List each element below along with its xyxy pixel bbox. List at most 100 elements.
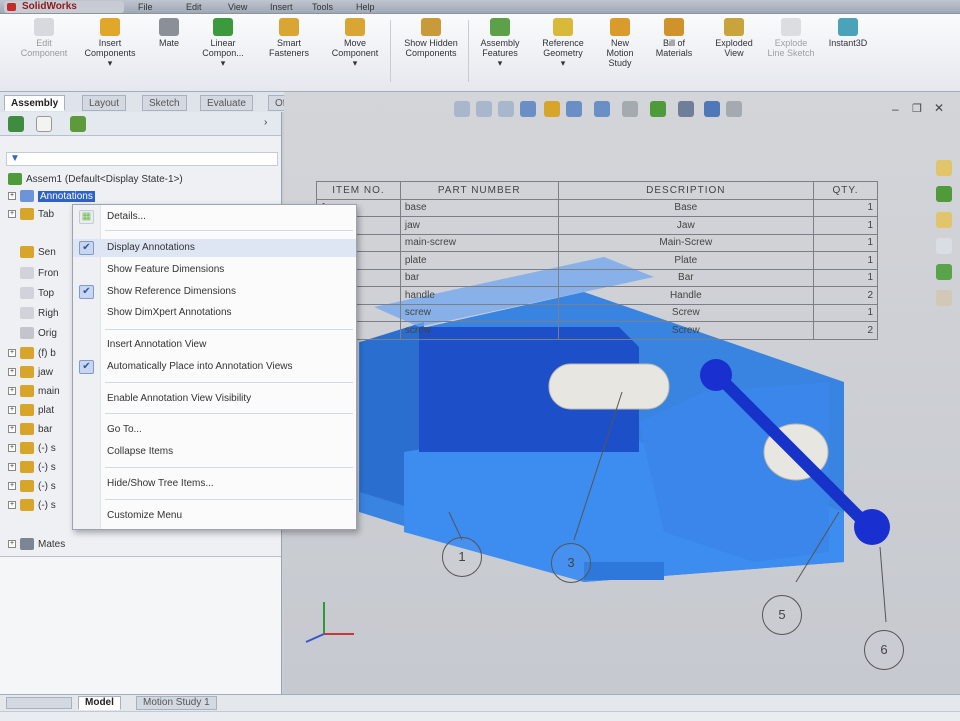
expand-icon[interactable]: + xyxy=(8,210,16,219)
table-row[interactable]: 7screwScrew1 xyxy=(316,303,878,322)
expand-icon[interactable]: + xyxy=(8,349,16,358)
expand-icon[interactable]: + xyxy=(8,406,16,415)
menu-item-display-annotations[interactable]: ✔ Display Annotations xyxy=(73,239,356,257)
tree-item[interactable]: + bar xyxy=(8,422,52,438)
balloon-annotation[interactable]: 5 xyxy=(762,595,802,635)
chevron-right-icon[interactable]: › xyxy=(264,117,267,128)
table-row[interactable]: 3main-screwMain-Screw1 xyxy=(316,233,878,252)
ribbon-separator xyxy=(468,20,469,82)
main-screw[interactable] xyxy=(548,363,670,410)
expand-icon[interactable]: + xyxy=(8,387,16,396)
menu-item-customize-menu[interactable]: Customize Menu xyxy=(73,507,356,525)
expand-icon[interactable]: + xyxy=(8,501,16,510)
menu-separator xyxy=(105,467,353,468)
menu-item-auto-place-annotation-views[interactable]: ✔ Automatically Place into Annotation Vie… xyxy=(73,358,356,376)
table-row[interactable]: 1baseBase1 xyxy=(316,198,878,217)
handle-knob-top[interactable] xyxy=(700,359,732,391)
expand-icon[interactable]: + xyxy=(8,425,16,434)
menu-tools[interactable]: Tools xyxy=(312,0,333,14)
menu-view[interactable]: View xyxy=(228,0,247,14)
instant3d-icon xyxy=(838,18,858,36)
menu-item-show-feature-dimensions[interactable]: Show Feature Dimensions xyxy=(73,261,356,279)
expand-icon[interactable]: + xyxy=(8,540,16,549)
menu-edit[interactable]: Edit xyxy=(186,0,202,14)
expand-icon[interactable]: + xyxy=(8,482,16,491)
tree-item[interactable]: + plat xyxy=(8,403,54,419)
smart-fasteners-button[interactable]: Smart Fasteners xyxy=(258,18,320,88)
tree-item[interactable]: + (-) s xyxy=(8,460,56,476)
menu-item-insert-annotation-view[interactable]: Insert Annotation View xyxy=(73,336,356,354)
tree-item[interactable]: Sen xyxy=(20,245,56,261)
expand-icon[interactable]: + xyxy=(8,444,16,453)
tree-item[interactable]: Righ xyxy=(20,306,59,322)
explode-line-sketch-button[interactable]: Explode Line Sketch xyxy=(766,18,816,88)
menu-item-enable-annotation-view-visibility[interactable]: Enable Annotation View Visibility xyxy=(73,390,356,408)
table-row[interactable]: 8screwScrew2 xyxy=(316,321,878,340)
insert-components-button[interactable]: Insert Components ▾ xyxy=(78,18,142,88)
reference-geometry-button[interactable]: Reference Geometry ▾ xyxy=(532,18,594,88)
tree-filter[interactable]: ▼ xyxy=(6,152,278,166)
menu-item-hide-show-tree-items[interactable]: Hide/Show Tree Items... xyxy=(73,475,356,493)
edit-component-button[interactable]: Edit Component xyxy=(14,18,74,88)
assembly-features-button[interactable]: Assembly Features ▾ xyxy=(472,18,528,88)
tree-item[interactable]: + jaw xyxy=(8,365,53,381)
instant3d-button[interactable]: Instant3D xyxy=(820,18,876,88)
property-manager-icon[interactable] xyxy=(36,116,52,132)
tree-item[interactable]: + main xyxy=(8,384,60,400)
table-row[interactable]: 2jawJaw1 xyxy=(316,216,878,235)
tree-item-mates[interactable]: + Mates xyxy=(8,537,65,553)
balloon-annotation[interactable]: 1 xyxy=(442,537,482,577)
move-component-button[interactable]: Move Component ▾ xyxy=(324,18,386,88)
expand-icon[interactable]: + xyxy=(8,463,16,472)
exploded-view-button[interactable]: Exploded View xyxy=(706,18,762,88)
table-row[interactable]: 5barBar1 xyxy=(316,268,878,287)
tree-item[interactable]: + Tab xyxy=(8,207,54,223)
bom-table[interactable]: ITEM NO. PART NUMBER DESCRIPTION QTY. 1 b… xyxy=(316,181,878,340)
tree-root[interactable]: Assem1 (Default<Display State-1>) xyxy=(8,172,183,188)
menu-item-show-reference-dimensions[interactable]: ✔ Show Reference Dimensions xyxy=(73,283,356,301)
new-motion-study-button[interactable]: New Motion Study xyxy=(598,18,642,88)
solidworks-logo[interactable]: SolidWorks xyxy=(4,1,124,13)
menu-item-collapse-items[interactable]: Collapse Items xyxy=(73,443,356,461)
tab-sketch[interactable]: Sketch xyxy=(142,95,187,111)
tree-item[interactable]: + (-) s xyxy=(8,498,56,514)
balloon-annotation[interactable]: 3 xyxy=(551,543,591,583)
table-row[interactable]: 4platePlate1 xyxy=(316,251,878,270)
tree-item[interactable]: Top xyxy=(20,286,54,302)
tab-motion-study-1[interactable]: Motion Study 1 xyxy=(136,696,217,710)
annotations-icon xyxy=(20,190,34,203)
tab-layout[interactable]: Layout xyxy=(82,95,127,111)
tree-item[interactable]: Fron xyxy=(20,266,59,282)
linear-component-pattern-button[interactable]: Linear Compon... ▾ xyxy=(192,18,254,88)
expand-icon[interactable]: + xyxy=(8,368,16,377)
tree-item[interactable]: + (-) s xyxy=(8,479,56,495)
exploded-view-icon xyxy=(724,18,744,36)
part-icon xyxy=(20,499,34,512)
annotations-context-menu[interactable]: ▦ Details... ✔ Display Annotations Show Fe… xyxy=(72,204,357,530)
filter-icon: ▼ xyxy=(10,153,20,164)
tab-assembly[interactable]: Assembly xyxy=(4,95,66,111)
table-row[interactable]: 6handleHandle2 xyxy=(316,286,878,305)
menu-item-show-dimxpert-annotations[interactable]: Show DimXpert Annotations xyxy=(73,304,356,322)
menu-file[interactable]: File xyxy=(138,0,153,14)
configuration-manager-icon[interactable] xyxy=(70,116,86,132)
bill-of-materials-button[interactable]: Bill of Materials xyxy=(646,18,702,88)
menu-item-go-to[interactable]: Go To... xyxy=(73,421,356,439)
tree-item[interactable]: + (f) b xyxy=(8,346,56,362)
feature-manager-icon[interactable] xyxy=(8,116,24,132)
tab-model[interactable]: Model xyxy=(78,696,121,710)
scroll-tab-control[interactable] xyxy=(6,697,72,709)
tree-item-annotations[interactable]: + Annotations xyxy=(8,189,95,205)
expand-icon[interactable]: + xyxy=(8,192,16,201)
mate-button[interactable]: Mate xyxy=(150,18,188,88)
handle-knob-bottom[interactable] xyxy=(854,509,890,545)
graphics-area[interactable]: – ❐ ✕ ITEM NO. PART NUMBER DESCRIPTION Q… xyxy=(284,92,960,694)
tree-item[interactable]: Orig xyxy=(20,326,57,342)
menu-item-details[interactable]: ▦ Details... xyxy=(73,208,356,226)
show-hidden-components-button[interactable]: Show Hidden Components xyxy=(396,18,466,88)
menu-insert[interactable]: Insert xyxy=(270,0,293,14)
balloon-annotation[interactable]: 6 xyxy=(864,630,904,670)
menu-help[interactable]: Help xyxy=(356,0,375,14)
tab-evaluate[interactable]: Evaluate xyxy=(200,95,253,111)
tree-item[interactable]: + (-) s xyxy=(8,441,56,457)
